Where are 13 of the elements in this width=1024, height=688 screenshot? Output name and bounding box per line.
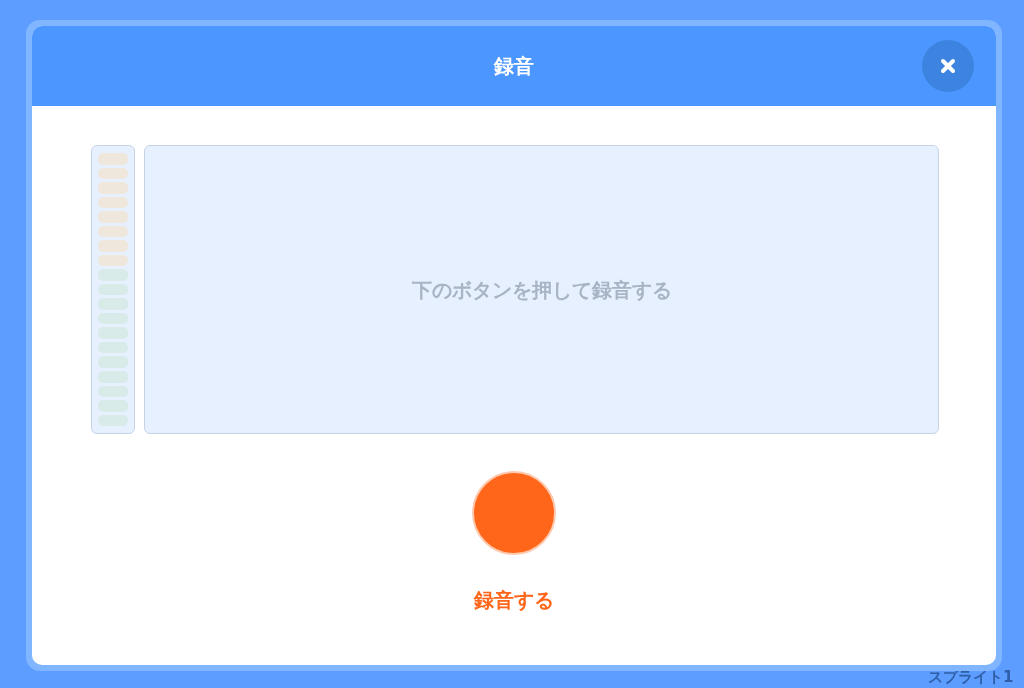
meter-segment: [98, 196, 128, 209]
modal-title: 録音: [494, 53, 534, 80]
close-button[interactable]: [922, 40, 974, 92]
meter-segment: [98, 211, 128, 223]
meter-segment: [98, 254, 128, 267]
meter-segment: [98, 167, 128, 180]
prompt-text: 下のボタンを押して録音する: [411, 276, 672, 304]
close-icon: [940, 58, 956, 74]
meter-segment: [98, 240, 128, 252]
meter-segment: [98, 225, 128, 238]
meter-segment: [98, 182, 128, 194]
meter-segment: [98, 153, 128, 165]
record-label: 録音する: [474, 587, 554, 614]
